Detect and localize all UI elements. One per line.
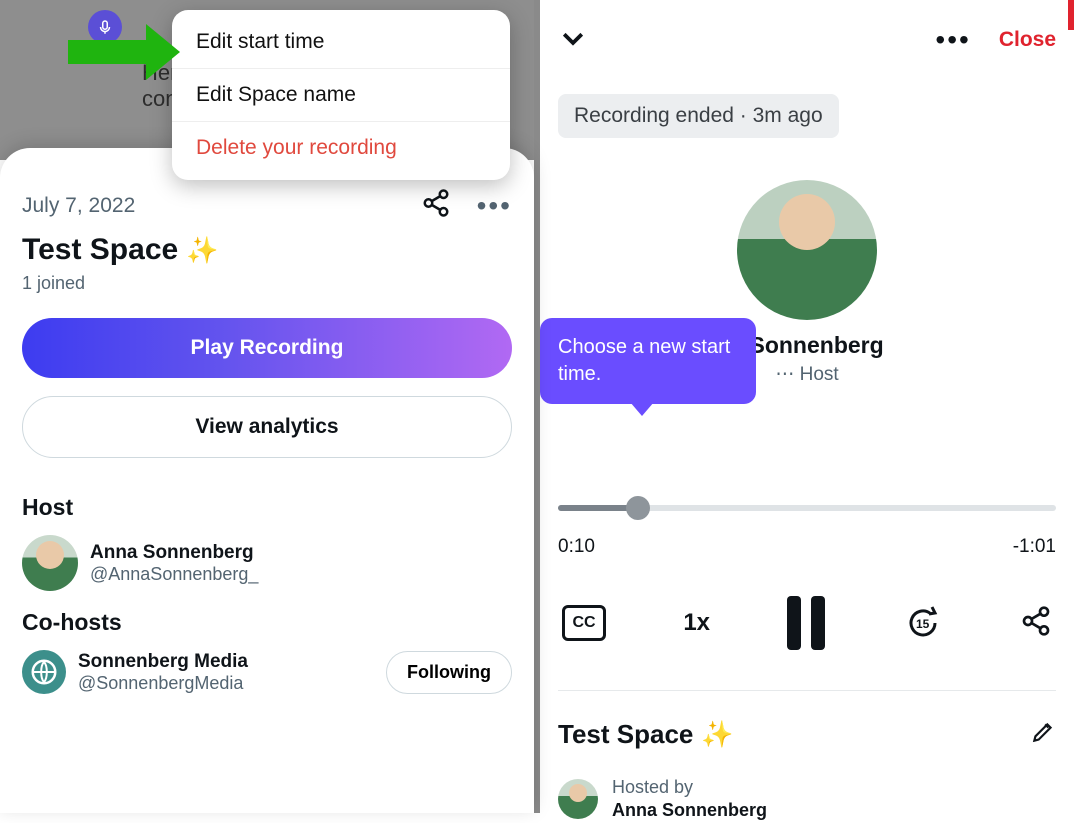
view-analytics-button[interactable]: View analytics bbox=[22, 396, 512, 458]
play-recording-button[interactable]: Play Recording bbox=[22, 318, 512, 378]
edit-pencil-icon[interactable] bbox=[1030, 719, 1056, 750]
close-button[interactable]: Close bbox=[999, 28, 1056, 52]
left-pane: Here's conve Edit start time Edit Space … bbox=[0, 0, 540, 813]
following-button[interactable]: Following bbox=[386, 651, 512, 694]
space-details-sheet: July 7, 2022 ••• Test Space ✨ 1 joined P… bbox=[0, 148, 534, 813]
cohost-name: Sonnenberg Media bbox=[78, 651, 248, 673]
share-icon[interactable] bbox=[421, 188, 451, 223]
space-title: Test Space ✨ bbox=[22, 233, 512, 267]
avatar bbox=[22, 535, 78, 591]
start-time-tooltip: Choose a new start time. bbox=[540, 318, 756, 404]
avatar bbox=[22, 650, 66, 694]
host-row[interactable]: Anna Sonnenberg @AnnaSonnenberg_ bbox=[22, 535, 512, 591]
time-remaining: -1:01 bbox=[1013, 536, 1056, 558]
space-date: July 7, 2022 bbox=[22, 194, 135, 218]
joined-count: 1 joined bbox=[22, 273, 512, 294]
host-name: Anna Sonnenberg bbox=[90, 542, 258, 564]
menu-item-delete-recording[interactable]: Delete your recording bbox=[172, 122, 510, 174]
menu-item-edit-start-time[interactable]: Edit start time bbox=[172, 16, 510, 69]
decorative-edge bbox=[1068, 0, 1074, 30]
hosted-by-name: Anna Sonnenberg bbox=[612, 799, 767, 822]
avatar bbox=[737, 180, 877, 320]
playback-controls: CC 1x 15 bbox=[558, 596, 1056, 650]
svg-text:15: 15 bbox=[916, 617, 930, 631]
pause-button[interactable] bbox=[787, 596, 825, 650]
sparkle-icon: ✨ bbox=[186, 235, 218, 266]
avatar bbox=[558, 779, 598, 819]
cohost-handle: @SonnenbergMedia bbox=[78, 673, 248, 694]
hosted-by-label: Hosted by bbox=[612, 776, 767, 799]
captions-button[interactable]: CC bbox=[562, 605, 606, 641]
more-options-icon[interactable]: ••• bbox=[477, 192, 512, 220]
host-handle: @AnnaSonnenberg_ bbox=[90, 564, 258, 585]
chevron-down-icon[interactable] bbox=[558, 23, 588, 58]
host-heading: Host bbox=[22, 494, 512, 521]
more-options-icon[interactable]: ••• bbox=[935, 26, 970, 54]
menu-item-edit-space-name[interactable]: Edit Space name bbox=[172, 69, 510, 122]
cohosts-heading: Co-hosts bbox=[22, 609, 512, 636]
playback-speed-button[interactable]: 1x bbox=[683, 609, 710, 637]
playback-slider[interactable] bbox=[558, 492, 1056, 526]
time-elapsed: 0:10 bbox=[558, 536, 595, 558]
cohost-row[interactable]: Sonnenberg Media @SonnenbergMedia Follow… bbox=[22, 650, 512, 694]
skip-forward-15-button[interactable]: 15 bbox=[903, 603, 943, 643]
sparkle-icon: ✨ bbox=[701, 719, 733, 750]
share-icon[interactable] bbox=[1020, 605, 1052, 642]
hosted-by-row[interactable]: Hosted by Anna Sonnenberg bbox=[558, 776, 1056, 823]
recording-status-pill: Recording ended · 3m ago bbox=[558, 94, 839, 138]
right-pane: ••• Close Recording ended · 3m ago a Son… bbox=[540, 0, 1074, 813]
divider bbox=[558, 690, 1056, 691]
more-options-dropdown: Edit start time Edit Space name Delete y… bbox=[172, 10, 510, 180]
annotation-arrow bbox=[68, 24, 180, 80]
slider-thumb[interactable] bbox=[626, 496, 650, 520]
space-title: Test Space ✨ bbox=[558, 719, 734, 750]
